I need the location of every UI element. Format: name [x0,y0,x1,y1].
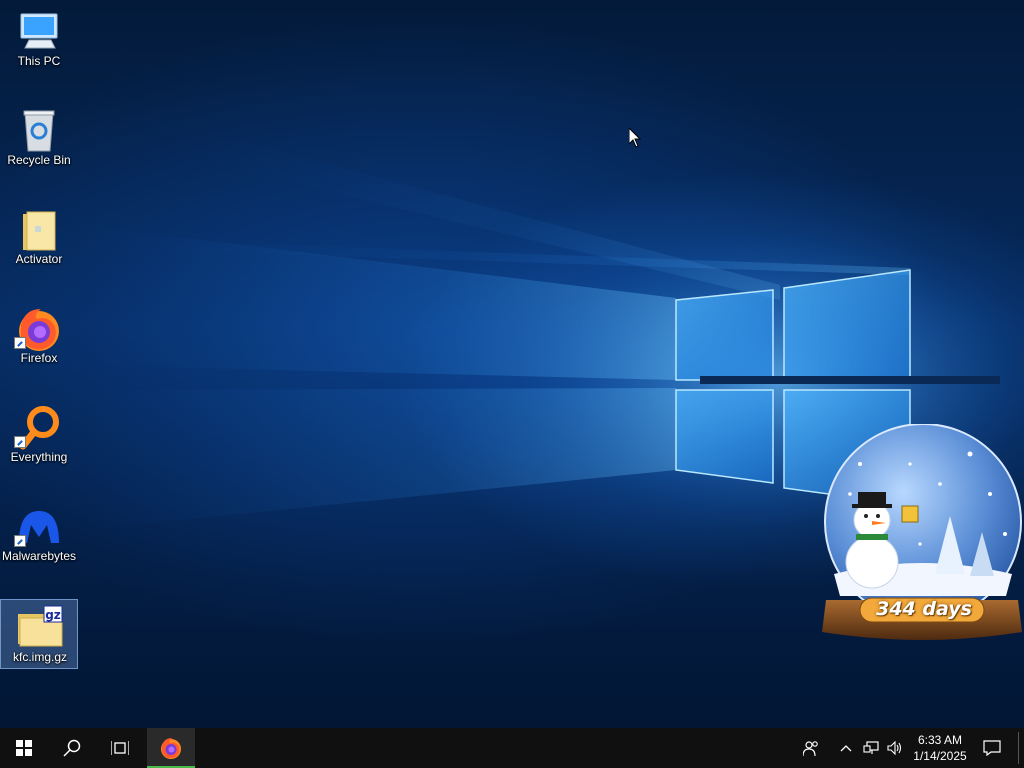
task-view-icon [111,741,129,755]
desktop-icon-kfc-img-gz[interactable]: gz kfc.img.gz [0,599,78,669]
action-center-button[interactable] [978,728,1006,768]
network-button[interactable] [860,728,882,768]
search-icon [63,739,81,757]
folder-icon [23,211,56,251]
desktop-icon-label: Firefox [20,351,58,365]
volume-icon [887,741,902,755]
desktop-icon-label: Malwarebytes [1,549,77,563]
countdown-days-label: 344 days [876,598,972,620]
taskbar-app-firefox[interactable] [147,728,195,768]
show-hidden-icons-button[interactable] [836,728,856,768]
task-view-button[interactable] [96,728,144,768]
taskbar-clock[interactable]: 6:33 AM 1/14/2025 [904,728,976,768]
start-button[interactable] [0,728,48,768]
desktop-icon-this-pc[interactable]: This PC [0,4,78,74]
action-center-icon [983,740,1001,756]
desktop-icon-malwarebytes[interactable]: Malwarebytes [0,499,78,569]
desktop-icon-label: Recycle Bin [7,153,71,167]
recycle-bin-icon [23,110,55,152]
desktop-icon-label: Everything [10,450,68,464]
clock-time: 6:33 AM [917,733,963,747]
firefox-icon [161,738,181,759]
show-desktop-button[interactable] [1018,732,1019,764]
shortcut-arrow-icon [14,436,26,448]
desktop-icon-label: kfc.img.gz [12,650,67,664]
shortcut-arrow-icon [14,535,26,547]
clock-date: 1/14/2025 [913,749,967,763]
snow-globe-countdown-widget[interactable]: 344 days [820,423,1024,646]
people-button[interactable] [798,728,824,768]
desktop-icon-activator[interactable]: Activator [0,202,78,272]
people-icon [803,741,818,756]
svg-text:gz: gz [45,608,61,622]
desktop-icon-recycle-bin[interactable]: Recycle Bin [0,103,78,173]
desktop-icon-everything[interactable]: Everything [0,400,78,470]
computer-icon [20,13,58,49]
mouse-cursor-icon [629,128,641,148]
chevron-up-icon [840,745,852,752]
desktop-icon-label: Activator [15,252,63,266]
network-icon [863,741,879,754]
taskbar: 6:33 AM 1/14/2025 [0,728,1024,768]
volume-button[interactable] [884,728,906,768]
desktop-icon-firefox[interactable]: Firefox [0,301,78,371]
shortcut-arrow-icon [14,337,26,349]
windows-start-icon [16,740,32,756]
gz-archive-icon: gz [18,605,63,647]
desktop-icon-label: This PC [17,54,61,68]
search-button[interactable] [48,728,96,768]
